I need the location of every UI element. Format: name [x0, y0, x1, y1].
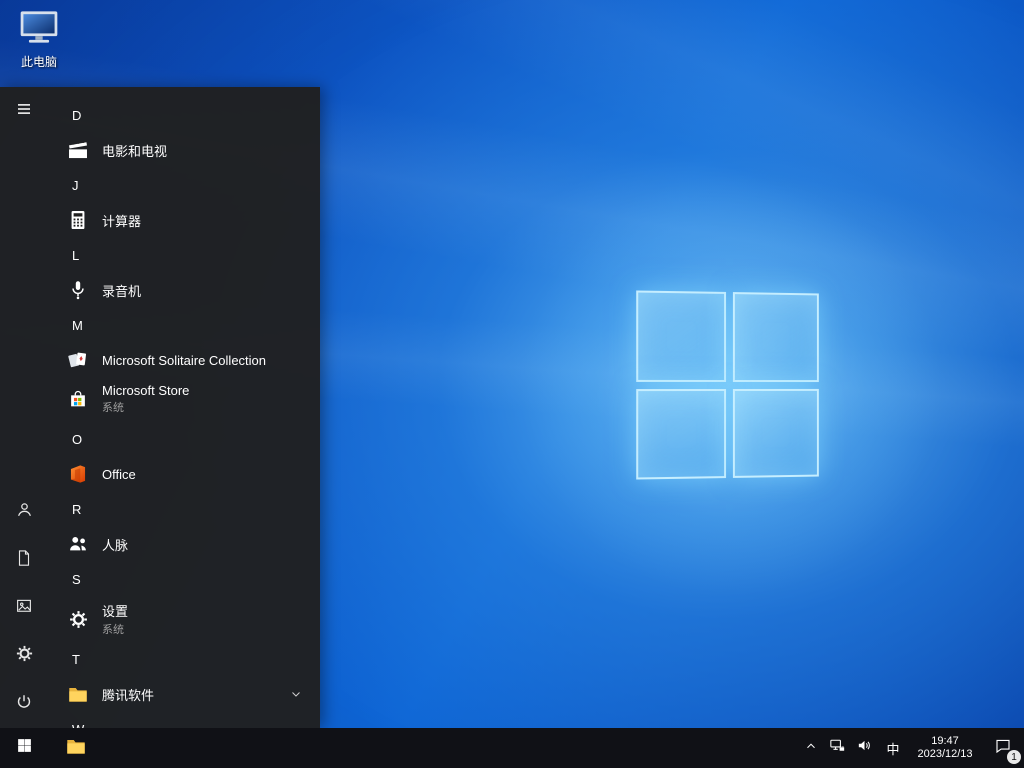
section-letter-o[interactable]: O — [48, 421, 320, 457]
network-icon — [829, 737, 846, 759]
app-label: Microsoft Solitaire Collection — [102, 352, 267, 368]
app-label: 人脉 — [102, 537, 129, 553]
start-menu-app-list: D 电影和电视 J 计算器 L 录音机 M Microsoft Solitair… — [48, 87, 320, 728]
app-sublabel: 系统 — [102, 624, 124, 636]
app-label: 录音机 — [102, 283, 142, 299]
taskbar-clock[interactable]: 19:47 2023/12/13 — [908, 728, 982, 768]
app-label: 电影和电视 — [102, 143, 168, 159]
section-letter-d[interactable]: D — [48, 97, 320, 133]
calculator-icon — [66, 208, 90, 232]
pictures-button[interactable] — [0, 584, 48, 632]
voice-recorder-icon — [66, 278, 90, 302]
start-app-movies-tv[interactable]: 电影和电视 — [48, 133, 320, 167]
app-label: 计算器 — [102, 213, 142, 229]
user-account-icon — [15, 500, 34, 524]
start-button[interactable] — [0, 728, 48, 768]
start-folder-tencent[interactable]: 腾讯软件 — [48, 677, 320, 711]
section-letter-w[interactable]: W — [48, 711, 320, 729]
this-pc-icon — [17, 8, 61, 51]
network-button[interactable] — [824, 728, 851, 768]
notification-badge: 1 — [1007, 750, 1021, 764]
action-center-button[interactable]: 1 — [982, 728, 1024, 768]
chevron-down-icon — [290, 688, 302, 700]
section-letter-t[interactable]: T — [48, 641, 320, 677]
system-tray: 中 19:47 2023/12/13 1 — [798, 728, 1024, 768]
clock-time: 19:47 — [931, 735, 959, 747]
desktop-icon-this-pc[interactable]: 此电脑 — [6, 8, 72, 70]
section-letter-m[interactable]: M — [48, 307, 320, 343]
volume-button[interactable] — [851, 728, 878, 768]
app-sublabel: 系统 — [102, 402, 124, 414]
store-icon — [66, 387, 90, 411]
desktop: 此电脑 D 电影和电视 J 计算器 L 录音机 M Microsoft Soli… — [0, 0, 1024, 768]
start-menu: D 电影和电视 J 计算器 L 录音机 M Microsoft Solitair… — [0, 87, 320, 728]
section-letter-r[interactable]: R — [48, 491, 320, 527]
clock-date: 2023/12/13 — [917, 748, 973, 760]
tray-overflow-button[interactable] — [798, 728, 824, 768]
power-button[interactable] — [0, 680, 48, 728]
power-icon — [15, 693, 33, 716]
hamburger-menu-icon — [15, 100, 33, 123]
people-icon — [66, 532, 90, 556]
app-label: Office — [102, 466, 136, 482]
app-label: Microsoft Store — [102, 383, 190, 398]
office-icon — [66, 462, 90, 486]
desktop-icon-label: 此电脑 — [20, 55, 57, 69]
hamburger-menu-button[interactable] — [0, 87, 48, 135]
file-explorer-button[interactable] — [56, 728, 96, 768]
section-letter-l[interactable]: L — [48, 237, 320, 273]
settings-gear-icon — [66, 607, 90, 631]
solitaire-icon — [66, 348, 90, 372]
start-menu-rail — [0, 87, 48, 728]
start-app-people[interactable]: 人脉 — [48, 527, 320, 561]
user-account-button[interactable] — [0, 488, 48, 536]
start-app-settings[interactable]: 设置 系统 — [48, 597, 320, 641]
folder-icon — [65, 735, 87, 762]
documents-icon — [15, 549, 33, 572]
section-letter-j[interactable]: J — [48, 167, 320, 203]
start-app-microsoft-store[interactable]: Microsoft Store 系统 — [48, 377, 320, 421]
ime-indicator[interactable]: 中 — [878, 728, 908, 768]
folder-icon — [66, 682, 90, 706]
app-label: 设置 — [102, 604, 129, 619]
settings-gear-icon — [15, 644, 34, 668]
documents-button[interactable] — [0, 536, 48, 584]
start-app-calculator[interactable]: 计算器 — [48, 203, 320, 237]
settings-button[interactable] — [0, 632, 48, 680]
movies-tv-icon — [66, 138, 90, 162]
start-app-solitaire[interactable]: Microsoft Solitaire Collection — [48, 343, 320, 377]
windows-start-icon — [16, 737, 33, 759]
app-label: 腾讯软件 — [102, 687, 155, 703]
chevron-up-icon — [804, 739, 818, 758]
start-app-office[interactable]: Office — [48, 457, 320, 491]
volume-icon — [856, 737, 873, 759]
section-letter-s[interactable]: S — [48, 561, 320, 597]
taskbar: 中 19:47 2023/12/13 1 — [0, 728, 1024, 768]
start-app-voice-recorder[interactable]: 录音机 — [48, 273, 320, 307]
pictures-icon — [15, 597, 33, 620]
